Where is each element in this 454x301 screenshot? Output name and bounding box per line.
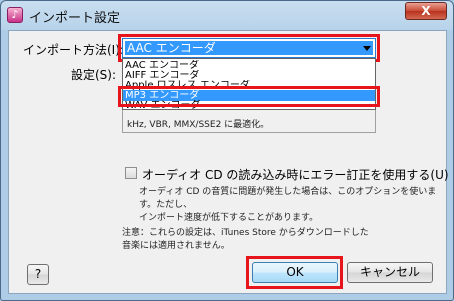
import-settings-dialog: ♪ インポート設定 X インポート方法(I): AAC エンコーダ 設定(S):… [0, 0, 454, 301]
note-text: 注意：これらの設定は、iTunes Store からダウンロードした 音楽には適… [122, 227, 369, 253]
help-button[interactable]: ? [27, 264, 49, 285]
ok-button[interactable]: OK [252, 262, 338, 283]
itunes-app-icon: ♪ [7, 7, 23, 23]
dialog-title: インポート設定 [29, 11, 121, 26]
close-button[interactable]: X [405, 2, 447, 20]
note-line1: 注意：これらの設定は、iTunes Store からダウンロードした [122, 228, 369, 238]
error-correction-description-line2: インポート速度が低下することがあります。 [139, 213, 319, 223]
dialog-body: インポート方法(I): AAC エンコーダ 設定(S): kHz, VBR, M… [8, 30, 449, 294]
error-correction-description-line1: オーディオ CD の音質に問題が発生した場合は、このオプションを使います。ただし… [139, 187, 437, 210]
close-icon: X [421, 4, 431, 18]
cancel-button[interactable]: キャンセル [347, 262, 433, 283]
import-method-label: インポート方法(I): [23, 43, 124, 57]
chevron-down-icon[interactable] [363, 46, 371, 51]
import-method-selected-value: AAC エンコーダ [125, 41, 373, 55]
title-bar[interactable]: ♪ インポート設定 X [1, 1, 453, 29]
option-wav-encoder[interactable]: WAV エンコーダ [123, 100, 375, 109]
error-correction-checkbox[interactable] [125, 167, 137, 179]
note-line2: 音楽には適用されません。 [122, 241, 230, 251]
settings-info-text: kHz, VBR, MMX/SSE2 に最適化。 [127, 120, 270, 130]
import-method-dropdown[interactable]: AAC エンコーダ [122, 38, 376, 58]
error-correction-description: オーディオ CD の音質に問題が発生した場合は、このオプションを使います。ただし… [139, 186, 446, 225]
import-method-options-list[interactable]: AAC エンコーダ AIFF エンコーダ Apple ロスレス エンコーダ MP… [122, 58, 376, 110]
settings-label: 設定(S): [71, 68, 117, 82]
error-correction-label[interactable]: オーディオ CD の読み込み時にエラー訂正を使用する(U) [142, 166, 449, 183]
